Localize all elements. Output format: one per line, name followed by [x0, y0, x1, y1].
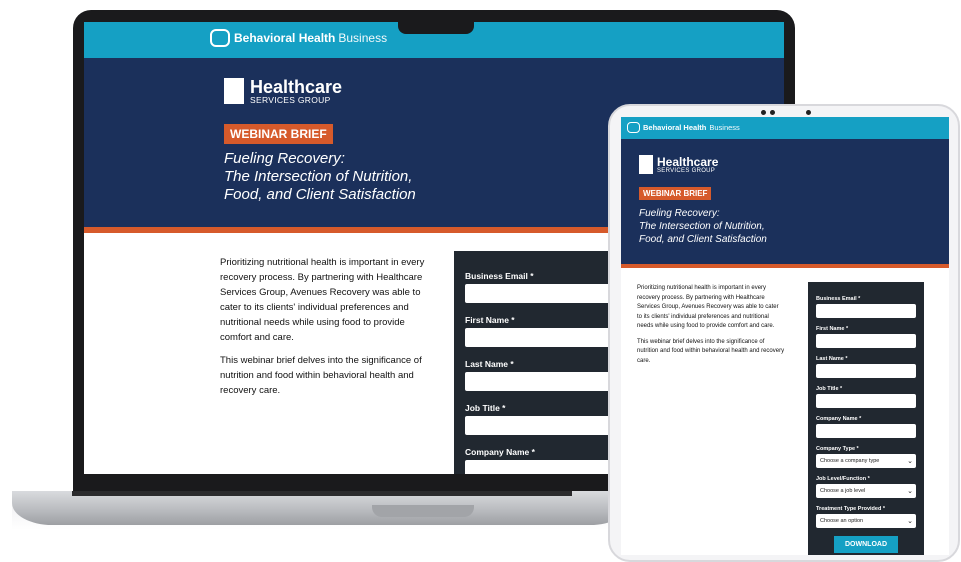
job-title-label: Job Title * [465, 403, 506, 413]
laptop-base [12, 491, 630, 525]
tablet-hero-banner: Healthcare SERVICES GROUP WEBINAR BRIEF … [621, 139, 949, 264]
tablet-job-title-label: Job Title * [816, 386, 843, 392]
tablet-camera-2 [770, 110, 775, 115]
webinar-badge: WEBINAR BRIEF [224, 124, 333, 144]
tablet-title-line-3: Food, and Client Satisfaction [639, 234, 767, 245]
last-name-label: Last Name * [465, 359, 514, 369]
tablet-bhb-logo-bold: Behavioral Health [643, 123, 707, 132]
tablet-page-title: Fueling Recovery: The Intersection of Nu… [639, 207, 767, 246]
bhb-logo-bold: Behavioral Health [234, 31, 336, 45]
last-name-input[interactable] [465, 372, 614, 391]
laptop-opening-notch [372, 505, 474, 517]
signup-form: Business Email * First Name * Last Name … [454, 251, 624, 474]
title-line-2: The Intersection of Nutrition, [224, 168, 413, 185]
tablet-intro-text: Prioritizing nutritional health is impor… [637, 284, 785, 374]
tablet-camera-3 [806, 110, 811, 115]
tablet-job-title-input[interactable] [816, 394, 916, 408]
tablet-webinar-badge: WEBINAR BRIEF [639, 187, 712, 200]
tablet-company-type-select[interactable]: Choose a company type ⌄ [816, 454, 916, 468]
bhb-logo-icon [210, 29, 230, 47]
tablet-last-name-label: Last Name * [816, 356, 848, 362]
job-title-input[interactable] [465, 416, 614, 435]
tablet-job-level-value: Choose a job level [820, 488, 866, 494]
tablet-intro-paragraph-1: Prioritizing nutritional health is impor… [637, 285, 779, 329]
tablet-bhb-logo-light: Business [709, 123, 740, 132]
tablet-business-email-label: Business Email * [816, 296, 861, 302]
first-name-label: First Name * [465, 315, 515, 325]
tablet-hsg-logo-icon [639, 155, 653, 174]
tablet-signup-form: Business Email * First Name * Last Name … [808, 282, 924, 555]
chevron-down-icon: ⌄ [907, 518, 913, 525]
tablet-job-level-select[interactable]: Choose a job level ⌄ [816, 484, 916, 498]
tablet-intro-paragraph-2: This webinar brief delves into the signi… [637, 338, 785, 364]
laptop-base-rim [72, 491, 572, 496]
chevron-down-icon: ⌄ [907, 488, 913, 495]
intro-paragraph-2: This webinar brief delves into the signi… [220, 355, 422, 396]
tablet-company-type-label: Company Type * [816, 446, 859, 452]
tablet-business-email-input[interactable] [816, 304, 916, 318]
tablet-bhb-logo[interactable]: Behavioral Health Business [627, 122, 740, 133]
tablet-treatment-type-label: Treatment Type Provided * [816, 506, 885, 512]
tablet-site-header-bar: Behavioral Health Business [621, 117, 949, 139]
tablet-bhb-logo-icon [627, 122, 640, 133]
hsg-logo-line1: Healthcare [250, 77, 343, 97]
company-name-input[interactable] [465, 460, 614, 474]
tablet-first-name-input[interactable] [816, 334, 916, 348]
tablet-treatment-type-value: Choose an option [820, 518, 864, 524]
tablet-screen: Behavioral Health Business Healthcare SE… [621, 117, 949, 555]
tablet-hsg-logo-line2: SERVICES GROUP [657, 167, 716, 174]
intro-paragraph-1: Prioritizing nutritional health is impor… [220, 257, 425, 343]
tablet-company-name-input[interactable] [816, 424, 916, 438]
company-name-label: Company Name * [465, 447, 535, 457]
bhb-logo-light: Business [338, 31, 388, 45]
business-email-input[interactable] [465, 284, 614, 303]
tablet-orange-divider [621, 264, 949, 268]
tablet-title-line-2: The Intersection of Nutrition, [639, 221, 765, 232]
laptop-notch [398, 20, 474, 34]
first-name-input[interactable] [465, 328, 614, 347]
title-line-3: Food, and Client Satisfaction [224, 186, 416, 203]
tablet-treatment-type-select[interactable]: Choose an option ⌄ [816, 514, 916, 528]
tablet-last-name-input[interactable] [816, 364, 916, 378]
page-title: Fueling Recovery: The Intersection of Nu… [224, 150, 416, 204]
hsg-logo-line2: SERVICES GROUP [250, 95, 331, 105]
tablet-hsg-logo-line1: Healthcare [657, 154, 719, 169]
download-button[interactable]: DOWNLOAD [834, 536, 898, 553]
tablet-company-type-value: Choose a company type [820, 458, 880, 464]
hsg-logo-icon [224, 78, 244, 105]
hsg-logo: Healthcare SERVICES GROUP [224, 78, 342, 105]
tablet-first-name-label: First Name * [816, 326, 849, 332]
intro-text: Prioritizing nutritional health is impor… [220, 255, 432, 406]
tablet-job-level-label: Job Level/Function * [816, 476, 870, 482]
tablet-camera-1 [761, 110, 766, 115]
bhb-logo[interactable]: Behavioral Health Business [210, 29, 387, 47]
tablet-hsg-logo: Healthcare SERVICES GROUP [639, 155, 718, 174]
business-email-label: Business Email * [465, 271, 534, 281]
chevron-down-icon: ⌄ [907, 458, 913, 465]
tablet-title-line-1: Fueling Recovery: [639, 208, 720, 219]
tablet-company-name-label: Company Name * [816, 416, 862, 422]
title-line-1: Fueling Recovery: [224, 150, 345, 167]
